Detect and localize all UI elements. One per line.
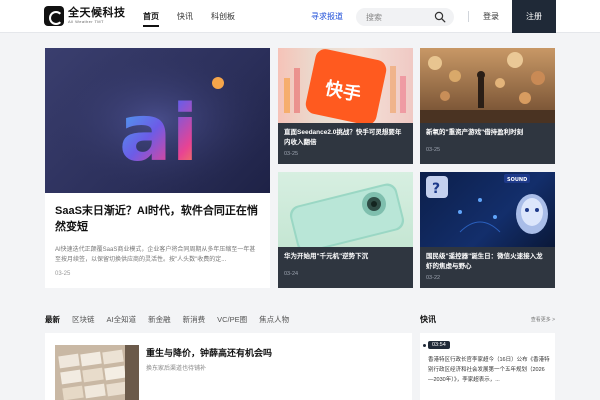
category-tabs: 最新 区块链 AI全知道 新金融 新消费 VC/PE圈 焦点人物: [45, 314, 301, 326]
card-image: 快手: [278, 48, 413, 123]
svg-text:ai: ai: [119, 89, 198, 179]
article-item[interactable]: 重生与降价，钟薛高还有机会吗 换东家后渠道也待铺补: [45, 333, 412, 400]
news-card[interactable]: 新氧的"重资产游戏"借持盈利时刻 03-25: [420, 48, 555, 164]
timeline-dot: [423, 344, 426, 347]
card-image: [278, 172, 413, 247]
seek-report-link[interactable]: 寻求报道: [311, 0, 343, 33]
search-input[interactable]: [366, 8, 432, 26]
tab-people[interactable]: 焦点人物: [259, 314, 289, 326]
card-date: 03-24: [284, 271, 299, 277]
article-subtitle: 换东家后渠道也待铺补: [146, 366, 207, 372]
main-nav: 首页 快讯 科创板: [143, 0, 253, 33]
hero-title[interactable]: SaaS末日渐近？AI时代，软件合同正在悄然变短: [55, 203, 260, 235]
card-title[interactable]: 国民级"遥控器"诞生日：微信火速接入龙虾的焦虑与野心: [426, 252, 549, 272]
site-logo[interactable]: 全天候科技 All Weather TMT: [44, 6, 126, 26]
card-title[interactable]: 新氧的"重资产游戏"借持盈利时刻: [426, 128, 549, 138]
hero-image: ai: [45, 48, 270, 193]
card-image: ? SOUND: [420, 172, 555, 247]
nav-item-flash[interactable]: 快讯: [177, 0, 193, 33]
tab-new-finance[interactable]: 新金融: [148, 314, 171, 326]
tab-new-consumption[interactable]: 新消费: [183, 314, 206, 326]
news-card[interactable]: ? SOUND 国民级"遥控器"诞生日：微信火速接入龙虾的焦虑与野心 03-22: [420, 172, 555, 288]
header-divider: [468, 11, 469, 22]
article-image: [55, 345, 139, 400]
search-box[interactable]: [356, 8, 454, 26]
ai-logo-image: ai: [45, 48, 270, 193]
svg-text:?: ?: [432, 181, 440, 197]
tab-ai[interactable]: AI全知道: [107, 314, 137, 326]
card-title[interactable]: 华为开始用"千元机"逆势下沉: [284, 252, 407, 262]
card-date: 03-25: [284, 151, 299, 157]
top-header: 全天候科技 All Weather TMT 首页 快讯 科创板 寻求报道 登录 …: [0, 0, 600, 33]
flash-time-badge: 03:54: [428, 341, 450, 349]
flash-more-link[interactable]: 查看更多 >: [531, 316, 555, 323]
flash-header: 快讯 查看更多 >: [420, 314, 555, 326]
flash-list: 03:54 香港特区行政长官李家超今（16日）公布《香港特别行政区经济和社会发展…: [420, 333, 555, 400]
logo-icon: [44, 6, 64, 26]
card-date: 03-25: [426, 147, 441, 153]
hero-article[interactable]: ai SaaS末日渐近？AI时代，软件合同正在悄然变短 AI快速迭代正颠覆Saa…: [45, 48, 270, 288]
card-date: 03-22: [426, 275, 441, 281]
hero-description: AI快速迭代正颠覆SaaS商业模式，企业客户将合同周期从多年压缩至一年甚至按月续…: [55, 247, 256, 263]
card-image: [420, 48, 555, 123]
logo-subtitle: All Weather TMT: [68, 19, 104, 24]
nav-item-star-market[interactable]: 科创板: [211, 0, 235, 33]
tab-latest[interactable]: 最新: [45, 314, 60, 326]
nav-item-home[interactable]: 首页: [143, 0, 159, 33]
register-button[interactable]: 注册: [512, 0, 556, 33]
news-card[interactable]: 快手 直面Seedance2.0挑战？快手可灵想要年内收入翻倍 03-25: [278, 48, 413, 164]
tab-vc-pe[interactable]: VC/PE圈: [217, 314, 247, 326]
flash-item-text[interactable]: 香港特区行政长官李家超今（16日）公布《香港特别行政区经济和社会发展第一个五年规…: [428, 355, 550, 385]
login-link[interactable]: 登录: [483, 0, 499, 33]
tab-blockchain[interactable]: 区块链: [72, 314, 95, 326]
news-card[interactable]: 华为开始用"千元机"逆势下沉 03-24: [278, 172, 413, 288]
logo-title: 全天候科技: [68, 7, 126, 19]
search-icon[interactable]: [434, 11, 446, 23]
hero-date: 03-25: [55, 271, 71, 277]
article-title[interactable]: 重生与降价，钟薛高还有机会吗: [146, 346, 272, 359]
svg-text:SOUND: SOUND: [507, 177, 527, 183]
card-title[interactable]: 直面Seedance2.0挑战？快手可灵想要年内收入翻倍: [284, 128, 407, 148]
